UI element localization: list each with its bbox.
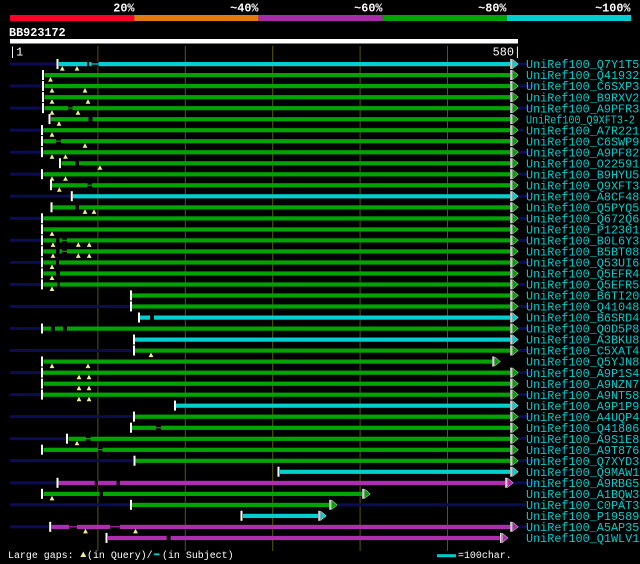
svg-text:(in Subject): (in Subject)	[162, 550, 234, 561]
svg-text:(in Query)/: (in Query)/	[87, 550, 153, 561]
svg-text:~80%: ~80%	[478, 2, 507, 16]
svg-text:Large gaps:: Large gaps:	[8, 550, 74, 561]
svg-text:~60%: ~60%	[354, 2, 383, 16]
svg-text:BB923172: BB923172	[9, 26, 66, 40]
svg-text:UniRef100_Q1WLV1: UniRef100_Q1WLV1	[526, 532, 639, 546]
svg-text:~100%: ~100%	[595, 2, 631, 16]
svg-text:~40%: ~40%	[230, 2, 259, 16]
svg-text:|1: |1	[9, 46, 23, 60]
svg-text:=100char.: =100char.	[458, 550, 512, 561]
svg-text:20%: 20%	[113, 2, 135, 16]
svg-text:580|: 580|	[493, 46, 521, 60]
